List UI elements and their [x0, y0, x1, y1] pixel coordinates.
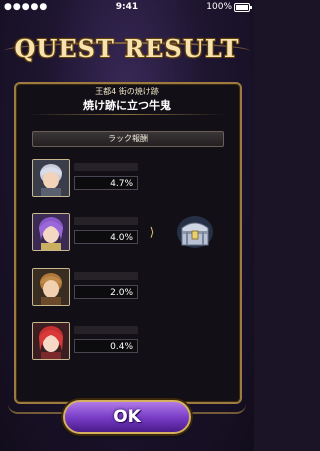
- party-row-3[interactable]: 2.0%: [32, 268, 142, 312]
- luck-percent: 2.0%: [74, 285, 138, 299]
- character-name-redacted: [74, 326, 138, 334]
- battery-percent: 100%: [206, 2, 232, 12]
- luck-percent: 4.0%: [74, 230, 138, 244]
- character-portrait: [32, 213, 70, 251]
- battery-icon: [234, 3, 252, 12]
- luck-reward-header: ラック報酬: [32, 131, 224, 147]
- luck-percent: 4.7%: [74, 176, 138, 190]
- party-row-4[interactable]: 0.4%: [32, 322, 142, 366]
- party-row-2[interactable]: 4.0%: [32, 213, 142, 257]
- reward-arrow-icon: ⟩: [149, 225, 155, 239]
- status-bar: ●●●●● 9:41 100%: [0, 0, 254, 14]
- quest-name: 焼け跡に立つ牛鬼: [83, 99, 171, 112]
- divider: [28, 114, 226, 115]
- treasure-chest-icon[interactable]: [176, 214, 214, 250]
- character-portrait: [32, 268, 70, 306]
- ok-button[interactable]: OK: [63, 400, 191, 434]
- party-row-1[interactable]: 4.7%: [32, 159, 142, 203]
- character-name-redacted: [74, 163, 138, 171]
- character-name-redacted: [74, 272, 138, 280]
- character-portrait: [32, 322, 70, 360]
- character-portrait: [32, 159, 70, 197]
- luck-percent: 0.4%: [74, 339, 138, 353]
- screen-title: QUEST RESULT: [14, 34, 240, 63]
- character-name-redacted: [74, 217, 138, 225]
- quest-subtitle: 王都4 街の焼け跡: [95, 87, 159, 96]
